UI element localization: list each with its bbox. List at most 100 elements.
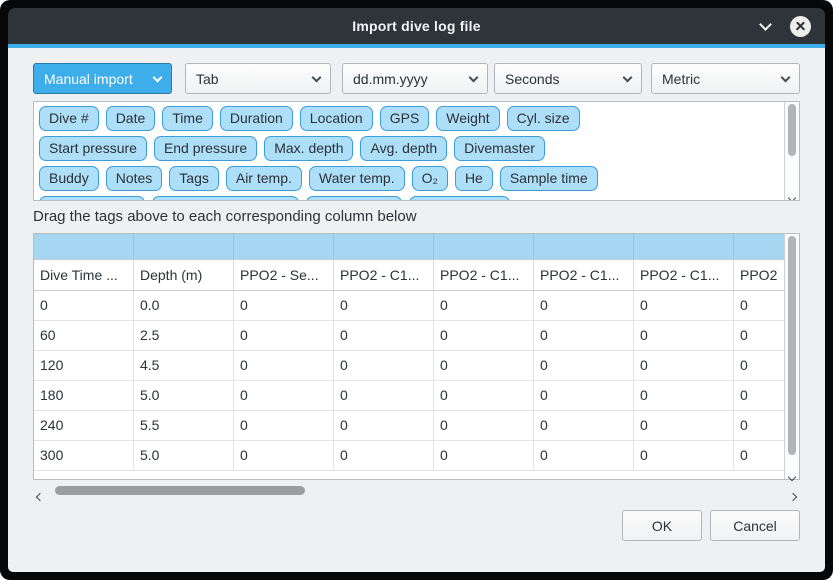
table-cell[interactable]: 0 <box>334 381 434 410</box>
table-scrollbar-thumb[interactable] <box>788 236 796 455</box>
combo-duration-format[interactable]: Seconds <box>494 63 642 94</box>
column-header[interactable]: PPO2 - C1... <box>534 260 634 290</box>
scroll-right-button[interactable] <box>790 487 796 505</box>
tag-pill[interactable]: Date <box>106 106 156 131</box>
tag-pill[interactable]: Water temp. <box>309 166 405 191</box>
tag-pill[interactable]: End pressure <box>154 136 257 161</box>
scroll-left-button[interactable] <box>37 487 43 505</box>
column-header[interactable]: PPO2 - C1... <box>634 260 734 290</box>
table-cell[interactable]: 0 <box>234 411 334 440</box>
tag-pill[interactable]: Avg. depth <box>360 136 447 161</box>
tag-pill[interactable]: Location <box>300 106 373 131</box>
table-cell[interactable]: 0 <box>334 411 434 440</box>
table-cell[interactable]: 4.5 <box>134 351 234 380</box>
table-cell[interactable]: 5.5 <box>134 411 234 440</box>
table-cell[interactable]: 0 <box>334 351 434 380</box>
column-drop-target[interactable] <box>434 234 534 259</box>
table-cell[interactable]: 0 <box>634 291 734 320</box>
table-cell[interactable]: 0 <box>734 381 784 410</box>
column-header[interactable]: PPO2 - Se... <box>234 260 334 290</box>
titlebar[interactable]: Import dive log file <box>8 8 825 44</box>
combo-units[interactable]: Metric <box>651 63 800 94</box>
column-drop-target[interactable] <box>34 234 134 259</box>
tag-pill[interactable]: Cyl. size <box>507 106 580 131</box>
table-cell[interactable]: 300 <box>34 441 134 470</box>
tag-pill[interactable]: He <box>455 166 493 191</box>
table-cell[interactable]: 0 <box>734 351 784 380</box>
combo-import-mode[interactable]: Manual import <box>33 63 172 94</box>
table-cell[interactable]: 0 <box>334 321 434 350</box>
table-cell[interactable]: 0 <box>634 441 734 470</box>
table-vertical-scrollbar[interactable] <box>784 234 799 479</box>
column-drop-target[interactable] <box>534 234 634 259</box>
table-cell[interactable]: 60 <box>34 321 134 350</box>
column-header[interactable]: PPO2 <box>734 260 784 290</box>
tag-pill[interactable]: Weight <box>436 106 499 131</box>
table-cell[interactable]: 0 <box>334 291 434 320</box>
table-cell[interactable]: 0 <box>234 291 334 320</box>
table-cell[interactable]: 120 <box>34 351 134 380</box>
cancel-button[interactable]: Cancel <box>710 510 800 541</box>
column-drop-target[interactable] <box>634 234 734 259</box>
table-cell[interactable]: 2.5 <box>134 321 234 350</box>
column-header[interactable]: PPO2 - C1... <box>434 260 534 290</box>
table-cell[interactable]: 0 <box>534 441 634 470</box>
tag-pill[interactable]: Max. depth <box>264 136 353 161</box>
table-cell[interactable]: 5.0 <box>134 441 234 470</box>
tag-pill[interactable]: Sample CNS <box>409 196 510 201</box>
tag-pill[interactable]: Divemaster <box>454 136 545 161</box>
column-drop-target[interactable] <box>734 234 784 259</box>
scroll-down-button[interactable] <box>785 188 799 198</box>
tag-pill[interactable]: Tags <box>169 166 219 191</box>
table-cell[interactable]: 0 <box>534 351 634 380</box>
table-cell[interactable]: 0 <box>234 381 334 410</box>
table-cell[interactable]: 0 <box>534 321 634 350</box>
table-cell[interactable]: 0 <box>234 321 334 350</box>
tag-pill[interactable]: Time <box>162 106 213 131</box>
column-drop-target[interactable] <box>134 234 234 259</box>
column-drop-target[interactable] <box>334 234 434 259</box>
table-cell[interactable]: 0 <box>634 381 734 410</box>
table-cell[interactable]: 180 <box>34 381 134 410</box>
table-cell[interactable]: 0 <box>634 321 734 350</box>
table-cell[interactable]: 0.0 <box>134 291 234 320</box>
tags-scrollbar[interactable] <box>784 102 799 200</box>
table-cell[interactable]: 0 <box>34 291 134 320</box>
table-cell[interactable]: 0 <box>534 381 634 410</box>
table-cell[interactable]: 0 <box>634 351 734 380</box>
table-cell[interactable]: 0 <box>434 321 534 350</box>
table-cell[interactable]: 5.0 <box>134 381 234 410</box>
table-cell[interactable]: 0 <box>234 351 334 380</box>
tag-pill[interactable]: Buddy <box>39 166 99 191</box>
tag-pill[interactable]: Sample pO₂ <box>306 196 401 201</box>
table-cell[interactable]: 0 <box>734 441 784 470</box>
table-cell[interactable]: 0 <box>434 291 534 320</box>
column-header[interactable]: PPO2 - C1... <box>334 260 434 290</box>
column-header[interactable]: Depth (m) <box>134 260 234 290</box>
tag-pill[interactable]: Sample time <box>500 166 598 191</box>
tag-pill[interactable]: O₂ <box>412 166 448 191</box>
tag-pill[interactable]: Start pressure <box>39 136 147 161</box>
table-cell[interactable]: 0 <box>434 441 534 470</box>
column-header[interactable]: Dive Time ... <box>34 260 134 290</box>
tag-pill[interactable]: Sample temperature <box>152 196 299 201</box>
tag-pill[interactable]: Dive # <box>39 106 99 131</box>
column-drop-target[interactable] <box>234 234 334 259</box>
tag-pill[interactable]: Duration <box>220 106 293 131</box>
table-horizontal-scrollbar[interactable] <box>33 483 800 499</box>
titlebar-collapse-button[interactable] <box>756 17 774 35</box>
tag-pill[interactable]: Air temp. <box>226 166 302 191</box>
combo-date-format[interactable]: dd.mm.yyyy <box>342 63 488 94</box>
horizontal-scrollbar-thumb[interactable] <box>55 486 305 495</box>
table-cell[interactable]: 0 <box>534 411 634 440</box>
table-cell[interactable]: 0 <box>734 291 784 320</box>
table-cell[interactable]: 240 <box>34 411 134 440</box>
table-cell[interactable]: 0 <box>334 441 434 470</box>
table-cell[interactable]: 0 <box>734 321 784 350</box>
table-cell[interactable]: 0 <box>234 441 334 470</box>
table-cell[interactable]: 0 <box>434 411 534 440</box>
scroll-down-button[interactable] <box>785 467 799 477</box>
table-cell[interactable]: 0 <box>434 381 534 410</box>
ok-button[interactable]: OK <box>622 510 702 541</box>
tag-pill[interactable]: GPS <box>380 106 430 131</box>
